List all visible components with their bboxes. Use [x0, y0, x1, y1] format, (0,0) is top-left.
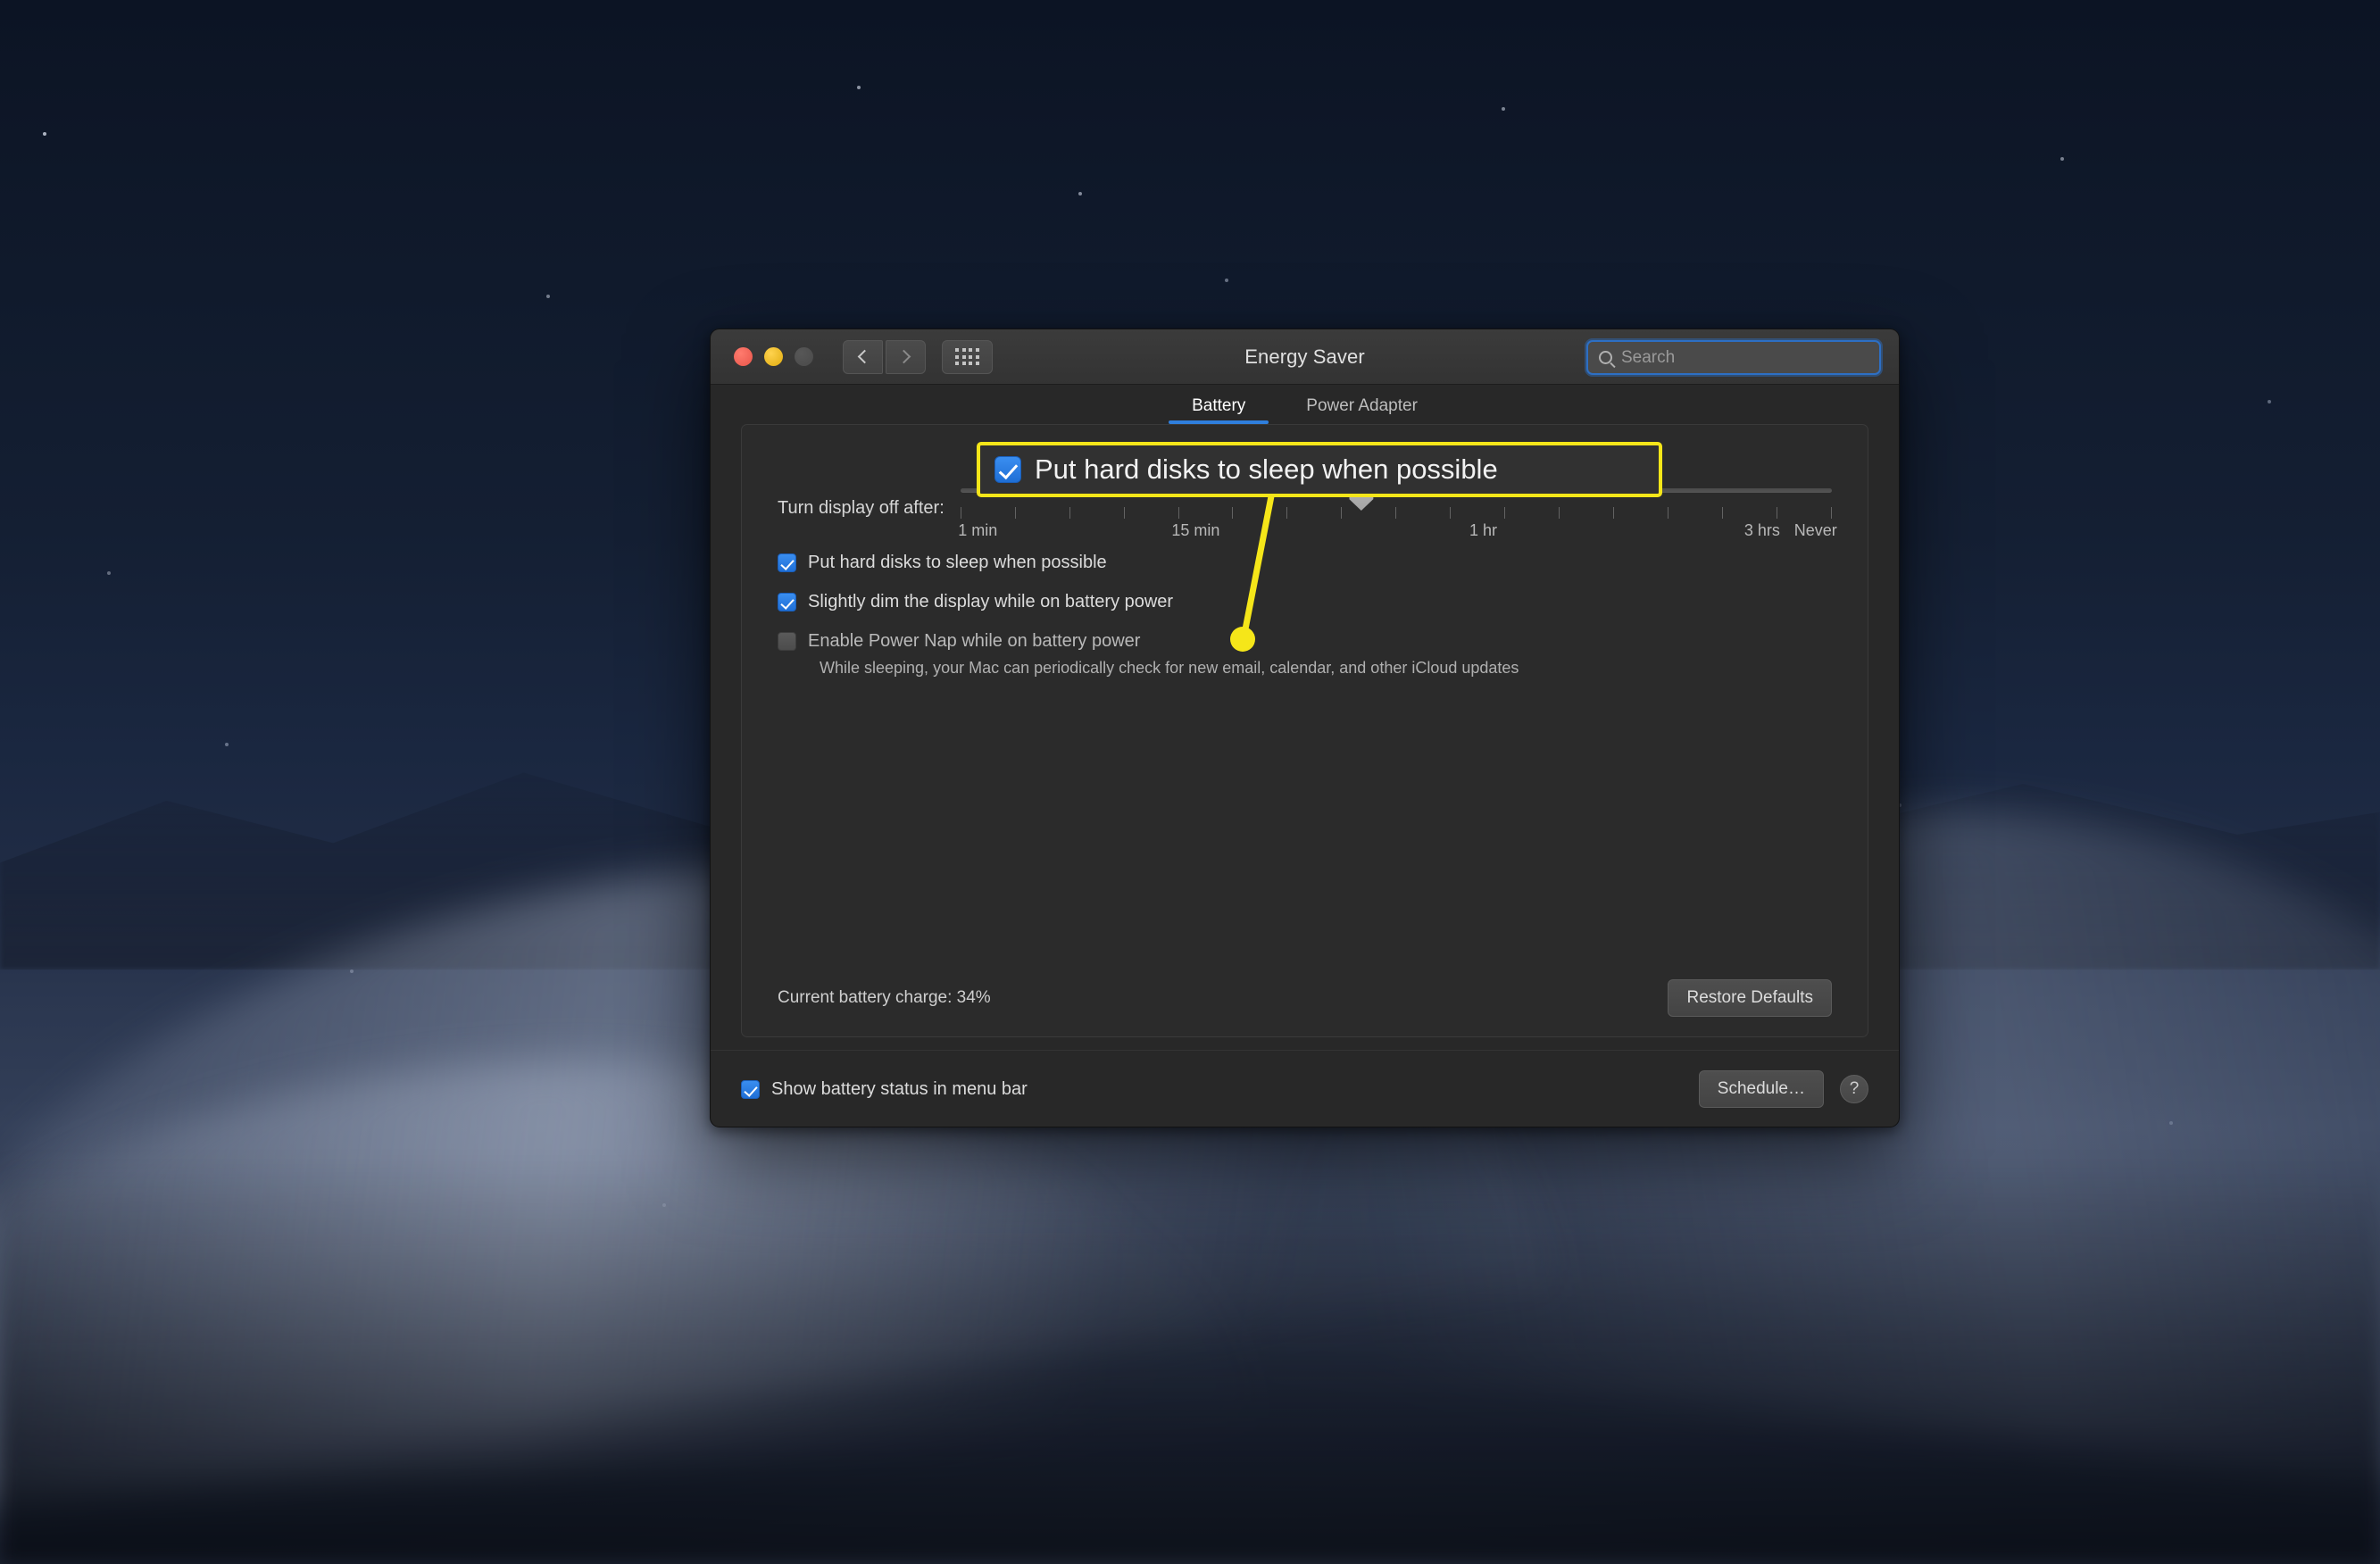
tab-power-adapter[interactable]: Power Adapter — [1276, 396, 1448, 424]
dune-shadow — [0, 1157, 2380, 1564]
slider-tick — [1178, 507, 1179, 519]
forward-button[interactable] — [886, 339, 926, 374]
slider-scale-label: 1 min — [958, 521, 998, 539]
slider-ticks — [960, 507, 1832, 519]
slider-scale-label: Never — [1793, 521, 1837, 539]
callout-highlight-box: Put hard disks to sleep when possible — [977, 442, 1662, 497]
schedule-button[interactable]: Schedule… — [1698, 1069, 1824, 1108]
search-input[interactable] — [1621, 347, 1868, 368]
show-battery-status-label: Show battery status in menu bar — [771, 1078, 1028, 1099]
slider-tick — [1232, 507, 1234, 519]
checkbox-dim-display[interactable] — [778, 593, 796, 611]
tab-battery[interactable]: Battery — [1161, 396, 1276, 424]
option-row-power-nap[interactable]: Enable Power Nap while on battery power — [778, 630, 1832, 652]
battery-charge-status: Current battery charge: 34% — [778, 988, 991, 1007]
slider-tick — [1395, 507, 1397, 519]
slider-tick — [1069, 507, 1070, 519]
settings-panel: Turn display off after: 1 min 15 min 1 hr 3… — [741, 424, 1868, 1037]
slider-tick — [1613, 507, 1615, 519]
slider-label: Turn display off after: — [778, 497, 945, 518]
slider-scale-label: 15 min — [1171, 521, 1220, 539]
traffic-light-group — [734, 347, 813, 366]
slider-scale-labels: 1 min 15 min 1 hr 3 hrs Never — [958, 521, 1836, 545]
checkbox-hard-disks[interactable] — [778, 553, 796, 572]
slider-tick — [1014, 507, 1016, 519]
tab-bar: Battery Power Adapter — [711, 385, 1899, 424]
window-titlebar: Energy Saver — [711, 329, 1899, 385]
navigation-button-group — [843, 339, 926, 374]
chevron-right-icon — [896, 349, 911, 364]
option-row-hard-disks[interactable]: Put hard disks to sleep when possible — [778, 552, 1832, 573]
search-field[interactable] — [1586, 340, 1881, 375]
search-icon — [1599, 351, 1612, 364]
help-label: ? — [1849, 1078, 1860, 1098]
slider-tick — [1504, 507, 1506, 519]
tab-power-adapter-label: Power Adapter — [1306, 396, 1418, 415]
window-bottom-bar: Show battery status in menu bar Schedule… — [711, 1050, 1899, 1127]
option-description-power-nap: While sleeping, your Mac can periodicall… — [820, 659, 1519, 677]
slider-tick — [1559, 507, 1560, 519]
option-label-power-nap: Enable Power Nap while on battery power — [808, 631, 1141, 651]
bottom-bar-actions: Schedule… ? — [1698, 1069, 1868, 1108]
slider-tick — [1830, 507, 1832, 519]
slider-tick — [1286, 507, 1288, 519]
star-field — [0, 0, 4, 4]
checkbox-show-battery-status[interactable] — [741, 1080, 760, 1099]
options-list: Put hard disks to sleep when possible Sl… — [778, 552, 1832, 695]
slider-scale-label: 3 hrs — [1743, 521, 1780, 539]
chevron-left-icon — [857, 349, 872, 364]
slider-tick — [1123, 507, 1125, 519]
panel-footer: Current battery charge: 34% Restore Defa… — [778, 979, 1832, 1017]
help-icon[interactable]: ? — [1840, 1074, 1868, 1103]
desktop-wallpaper: Energy Saver Battery Power Adapter Turn … — [0, 0, 2380, 1564]
restore-defaults-button[interactable]: Restore Defaults — [1668, 979, 1832, 1017]
callout-text: Put hard disks to sleep when possible — [1035, 453, 1498, 485]
option-label-dim-display: Slightly dim the display while on batter… — [808, 592, 1174, 611]
tab-battery-label: Battery — [1192, 396, 1246, 415]
callout-checkbox-icon — [994, 456, 1021, 483]
slider-tick — [1341, 507, 1343, 519]
slider-tick — [1450, 507, 1452, 519]
slider-tick — [1721, 507, 1723, 519]
show-battery-status-row[interactable]: Show battery status in menu bar — [741, 1078, 1028, 1100]
show-all-button[interactable] — [942, 339, 993, 374]
minimize-button[interactable] — [764, 347, 783, 366]
grid-icon — [955, 348, 979, 365]
option-row-dim-display[interactable]: Slightly dim the display while on batter… — [778, 591, 1832, 612]
checkbox-power-nap[interactable] — [778, 632, 796, 651]
option-label-hard-disks: Put hard disks to sleep when possible — [808, 553, 1107, 572]
close-button[interactable] — [734, 347, 753, 366]
back-button[interactable] — [843, 339, 883, 374]
slider-scale-label: 1 hr — [1469, 521, 1498, 539]
zoom-button — [795, 347, 813, 366]
